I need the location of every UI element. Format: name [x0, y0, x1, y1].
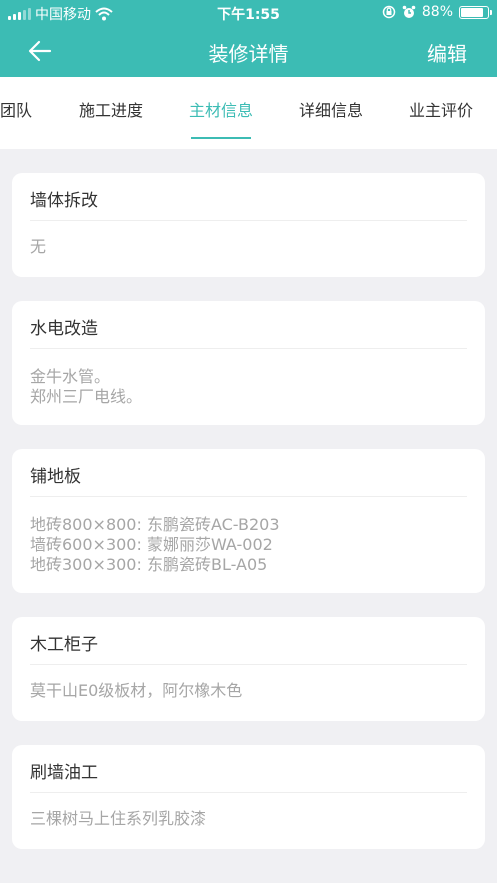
tab-details[interactable]: 详细信息	[299, 97, 363, 121]
tab-main-materials[interactable]: 主材信息	[189, 97, 253, 121]
section-line: 郑州三厂电线。	[30, 387, 143, 406]
active-tab-indicator	[191, 137, 251, 139]
section-line: 地砖800×800: 东鹏瓷砖AC-B203	[30, 515, 280, 534]
section-card-flooring: 铺地板 地砖800×800: 东鹏瓷砖AC-B203 墙砖600×300: 蒙娜…	[12, 449, 485, 593]
battery-icon	[459, 5, 492, 19]
alarm-icon	[402, 5, 416, 18]
section-title: 墙体拆改	[30, 173, 467, 221]
rotation-lock-icon	[382, 5, 396, 19]
section-line: 墙砖600×300: 蒙娜丽莎WA-002	[30, 535, 273, 554]
tab-owner-review[interactable]: 业主评价	[409, 97, 473, 121]
section-line: 三棵树马上住系列乳胶漆	[30, 809, 207, 828]
section-title: 木工柜子	[30, 617, 467, 665]
section-card-carpentry: 木工柜子 莫干山E0级板材，阿尔橡木色	[12, 617, 485, 721]
section-content: 地砖800×800: 东鹏瓷砖AC-B203 墙砖600×300: 蒙娜丽莎WA…	[12, 497, 485, 575]
section-content: 三棵树马上住系列乳胶漆	[12, 793, 485, 829]
section-line: 无	[30, 237, 47, 256]
nav-bar: 装修详情 编辑	[0, 26, 497, 77]
section-title: 刷墙油工	[30, 745, 467, 793]
app-header: 中国移动 下午1:55 88% 装修详情 编辑	[0, 0, 497, 77]
edit-button[interactable]: 编辑	[427, 38, 467, 67]
tab-construction-progress[interactable]: 施工进度	[79, 97, 143, 121]
section-content: 莫干山E0级板材，阿尔橡木色	[12, 665, 485, 701]
status-bar: 中国移动 下午1:55 88%	[0, 0, 497, 26]
section-line: 莫干山E0级板材，阿尔橡木色	[30, 681, 243, 700]
section-line: 金牛水管。	[30, 367, 111, 386]
tab-team[interactable]: 团队	[0, 97, 32, 121]
section-line: 地砖300×300: 东鹏瓷砖BL-A05	[30, 555, 268, 574]
section-title: 水电改造	[30, 301, 467, 349]
section-card-painting: 刷墙油工 三棵树马上住系列乳胶漆	[12, 745, 485, 849]
battery-percent: 88%	[421, 4, 453, 20]
section-content: 金牛水管。 郑州三厂电线。	[12, 349, 485, 407]
tab-bar: 团队 施工进度 主材信息 详细信息 业主评价	[0, 77, 497, 149]
section-card-plumbing-electric: 水电改造 金牛水管。 郑州三厂电线。	[12, 301, 485, 425]
page-title: 装修详情	[208, 42, 289, 66]
section-title: 铺地板	[30, 449, 467, 497]
section-card-wall: 墙体拆改 无	[12, 173, 485, 277]
section-content: 无	[12, 221, 485, 257]
